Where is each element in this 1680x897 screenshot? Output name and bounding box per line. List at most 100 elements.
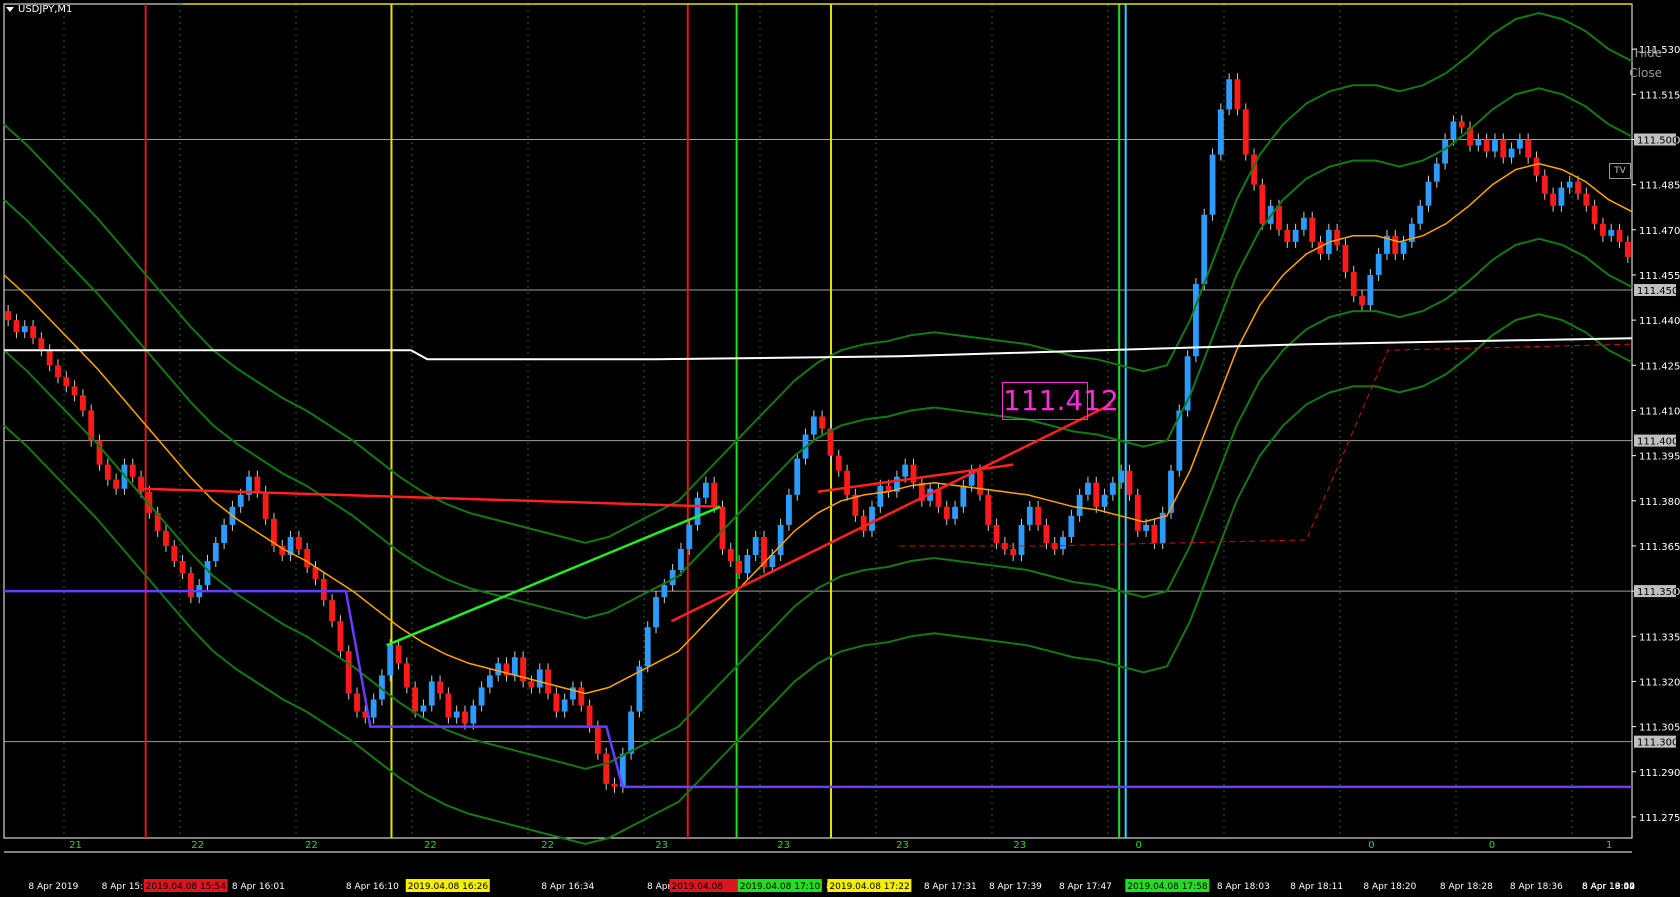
candle-body — [1126, 470, 1133, 495]
candle-body — [777, 524, 784, 555]
candle — [943, 500, 950, 525]
candle-body — [80, 395, 86, 411]
cycle-label: 22 — [191, 840, 204, 851]
cycle-label: 22 — [424, 840, 437, 851]
candle — [1400, 235, 1407, 260]
candle — [495, 657, 502, 682]
candle-body — [462, 711, 468, 724]
candle-body — [354, 693, 360, 712]
x-axis-label: 8 Apr 16:01 — [232, 882, 285, 892]
candle-body — [1301, 217, 1307, 230]
y-tick-label: 111.335 — [1639, 632, 1680, 643]
candle — [644, 621, 651, 673]
envelope-band — [3, 87, 1633, 620]
candle-body — [1550, 193, 1556, 206]
candle — [918, 476, 925, 507]
candle — [1076, 488, 1083, 522]
candle-body — [985, 494, 992, 525]
candle-body — [1118, 470, 1125, 483]
candle — [528, 675, 535, 694]
envelope-band — [3, 313, 1633, 846]
candle-body — [1060, 536, 1066, 549]
candle-body — [1276, 205, 1282, 230]
level-label: 111.300 — [1637, 738, 1678, 749]
candle — [295, 530, 302, 555]
candle-body — [1143, 524, 1149, 531]
candle — [221, 518, 228, 549]
y-tick-label: 111.455 — [1639, 271, 1680, 282]
candle — [1367, 268, 1374, 312]
candle — [1093, 476, 1100, 513]
close-button[interactable]: Close — [1629, 66, 1662, 80]
tv-button[interactable]: TV — [1609, 163, 1631, 179]
candle — [819, 410, 826, 435]
candle — [1026, 500, 1033, 531]
candle-body — [329, 600, 335, 622]
candle — [445, 687, 452, 724]
candle — [1558, 181, 1565, 212]
candle-body — [545, 669, 551, 694]
candle — [370, 693, 377, 724]
candle — [1060, 530, 1066, 555]
candle-body — [686, 524, 693, 549]
candle-body — [1417, 205, 1424, 224]
candle — [345, 645, 352, 700]
candle-body — [320, 579, 327, 601]
candle-body — [1242, 109, 1249, 155]
candle — [212, 536, 219, 568]
candle-body — [1085, 482, 1091, 495]
candle-body — [179, 561, 186, 574]
candle — [354, 687, 360, 718]
candle-body — [511, 657, 518, 676]
candle — [487, 669, 493, 694]
candle-body — [1217, 109, 1224, 155]
candle-body — [943, 506, 950, 519]
candle — [1035, 500, 1042, 531]
candle-body — [445, 693, 452, 718]
candle-body — [1284, 229, 1291, 242]
candle — [1458, 115, 1465, 134]
y-tick-label: 111.320 — [1639, 677, 1680, 688]
x-axis-label: 8 Apr 18:20 — [1363, 882, 1416, 892]
candle-body — [1558, 187, 1565, 206]
candle-body — [237, 494, 244, 507]
time-marker-label: 2019.04.08 17:22 — [829, 882, 909, 892]
candle-body — [478, 687, 485, 706]
candle-body — [977, 470, 983, 495]
candle — [1217, 103, 1224, 161]
candle-body — [694, 497, 701, 525]
candle-body — [495, 663, 502, 676]
candle-body — [1093, 482, 1100, 507]
x-axis-label: 8 Apr 19:00 — [1582, 882, 1635, 892]
candle — [860, 509, 867, 537]
candle — [271, 512, 277, 552]
candle-body — [877, 485, 884, 507]
candle-body — [1583, 193, 1590, 206]
candle — [113, 473, 120, 495]
candle — [1392, 229, 1399, 260]
candle — [1375, 247, 1382, 281]
price-chart[interactable]: 111.530111.515111.500111.485111.470111.4… — [0, 0, 1680, 897]
symbol-title[interactable]: USDJPY,M1 — [6, 4, 72, 15]
candle — [827, 422, 834, 462]
candle-body — [553, 693, 560, 712]
candle-body — [1018, 524, 1025, 555]
x-axis-label: 8 Apr 2019 — [28, 882, 78, 892]
candle-body — [752, 536, 759, 555]
candle — [553, 687, 560, 718]
candle-body — [586, 705, 593, 727]
candle — [1301, 211, 1307, 236]
candle — [96, 434, 103, 471]
candle-body — [1624, 241, 1631, 257]
cycle-label: 23 — [1013, 840, 1026, 851]
candle-body — [993, 524, 1000, 543]
time-marker-label: 2019.04.08 16:26 — [408, 882, 489, 892]
candle — [1350, 265, 1357, 303]
cycle-label: 22 — [305, 840, 318, 851]
dropdown-arrow-icon[interactable] — [6, 6, 14, 12]
candle-body — [1425, 181, 1432, 206]
hide-button[interactable]: Hide — [1635, 46, 1662, 60]
x-axis-label: 8 Apr 15: — [102, 882, 144, 892]
candle-body — [1359, 296, 1365, 306]
candle-body — [1608, 229, 1615, 236]
